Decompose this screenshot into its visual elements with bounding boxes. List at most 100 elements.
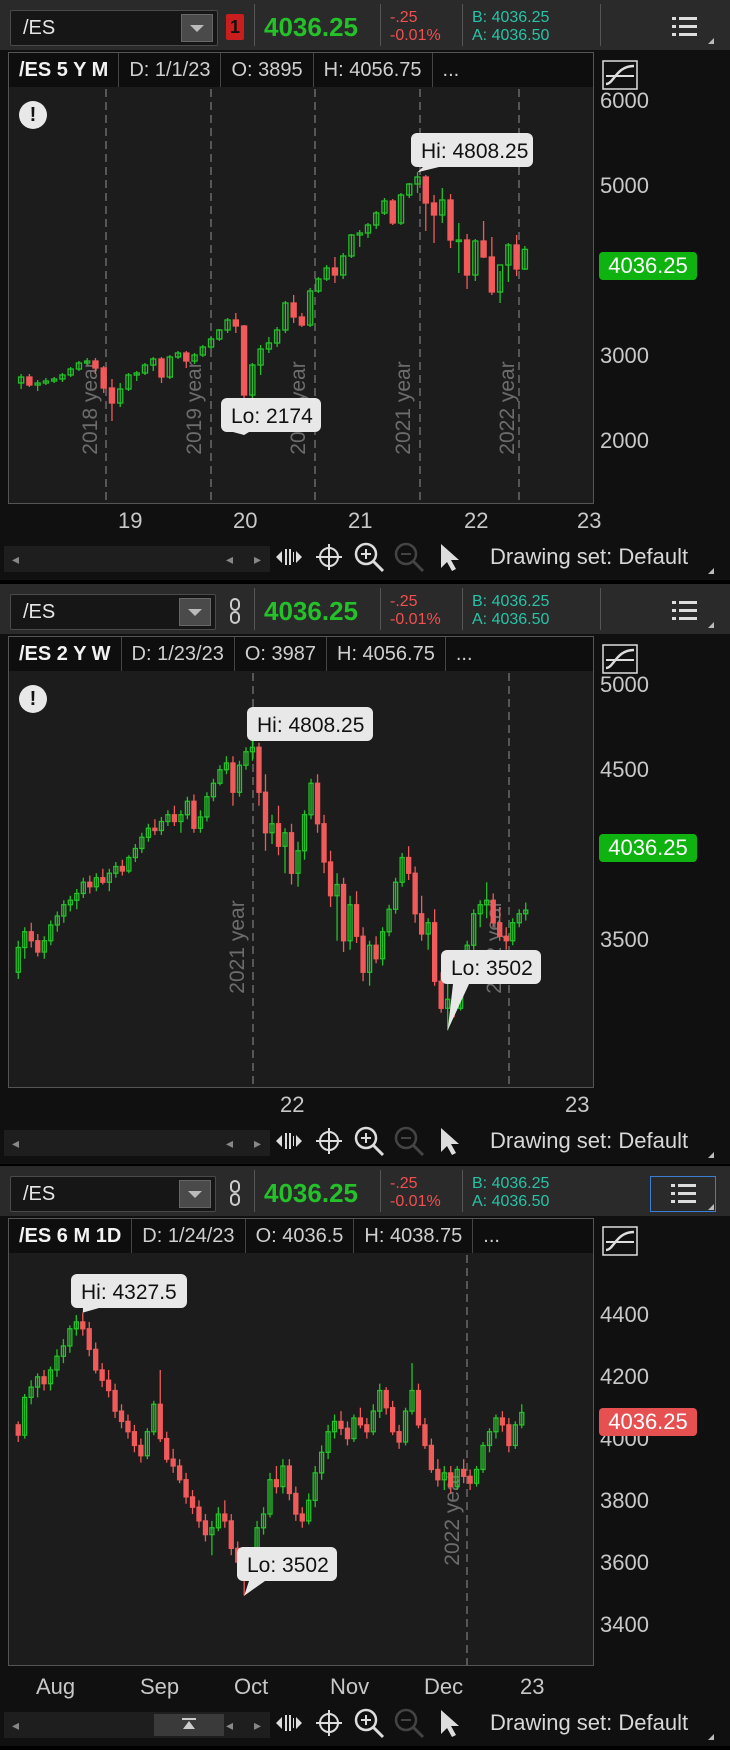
list-menu-icon[interactable]	[650, 1176, 716, 1212]
chevron-down-icon[interactable]	[181, 14, 213, 42]
scroll-left-icon[interactable]: ◂	[12, 1135, 19, 1152]
info-high: H: 4056.75	[327, 637, 446, 671]
candle	[386, 904, 392, 937]
x-tick: Sep	[140, 1674, 180, 1699]
scroll-left-icon[interactable]: ◂	[226, 551, 233, 568]
resize-corner-icon[interactable]	[708, 1152, 714, 1158]
warning-icon[interactable]: !	[19, 101, 47, 129]
zoom-in-icon[interactable]	[352, 540, 386, 574]
candle	[338, 1411, 344, 1436]
chevron-down-icon[interactable]	[179, 1180, 211, 1208]
info-more[interactable]: ...	[473, 1219, 593, 1253]
chart-plot-area[interactable]: 2018 year2019 year2020 year2021 year2022…	[8, 52, 594, 504]
candle-body	[183, 1479, 189, 1498]
info-more[interactable]: ...	[445, 637, 593, 671]
drawing-set-label[interactable]: Drawing set: Default	[490, 1128, 688, 1154]
chart-title[interactable]: /ES 6 M 1D	[9, 1219, 133, 1253]
zoom-fit-icon[interactable]	[272, 1124, 306, 1158]
studies-icon[interactable]	[600, 642, 640, 676]
horizontal-scrollbar[interactable]: ◂ ◂ ▸	[4, 1130, 270, 1156]
candle-body	[256, 746, 262, 793]
candle	[463, 234, 471, 289]
chevron-down-icon[interactable]	[179, 598, 211, 626]
last-price-tag: 4036.25	[599, 252, 697, 280]
candle	[422, 1417, 428, 1449]
horizontal-scrollbar[interactable]: ◂ ◂ ▸	[4, 1712, 270, 1738]
resize-corner-icon[interactable]	[708, 1204, 714, 1210]
chart-plot-area[interactable]: 2021 year 2022 year Hi: 4808.25 Lo: 3502 /E…	[8, 636, 594, 1088]
candlestick-chart[interactable]: 2022 yearHi: 4327.5Lo: 3502	[9, 1219, 593, 1665]
candle	[158, 357, 165, 383]
zoom-fit-icon[interactable]	[272, 1706, 306, 1740]
candle	[152, 819, 158, 835]
scroll-left-icon[interactable]: ◂	[226, 1717, 233, 1734]
info-open: O: 4036.5	[245, 1219, 355, 1253]
studies-icon[interactable]	[600, 1224, 640, 1258]
scroll-to-start-icon[interactable]	[179, 1715, 199, 1735]
symbol-selector[interactable]: /ES	[10, 1176, 216, 1212]
candle	[488, 237, 496, 295]
cursor-icon[interactable]	[432, 1124, 466, 1158]
zoom-in-icon[interactable]	[352, 1706, 386, 1740]
scroll-left-icon[interactable]: ◂	[226, 1135, 233, 1152]
warning-icon[interactable]: !	[19, 685, 47, 713]
scroll-left-icon[interactable]: ◂	[12, 551, 19, 568]
alert-badge[interactable]: 1	[226, 14, 244, 40]
candle-body	[118, 1410, 125, 1423]
zoom-out-icon	[394, 1126, 425, 1157]
candle	[59, 373, 66, 382]
link-icon[interactable]	[226, 596, 244, 626]
zoom-fit-icon[interactable]	[272, 540, 306, 574]
resize-corner-icon[interactable]	[708, 1734, 714, 1740]
candle	[157, 1369, 163, 1442]
bid-value: B: 4036.25	[472, 9, 550, 26]
chart-plot-area[interactable]: 2022 year Hi: 4327.5 Lo: 3502 /ES 6 M 1D D…	[8, 1218, 594, 1666]
y-tick: 5000	[600, 173, 649, 198]
candle	[315, 277, 322, 293]
list-menu-icon[interactable]	[664, 10, 704, 44]
link-icon[interactable]	[226, 1178, 244, 1208]
candle	[396, 1424, 402, 1449]
crosshair-icon[interactable]	[312, 540, 346, 574]
candle	[67, 367, 74, 377]
candlestick-chart[interactable]: 2018 year2019 year2020 year2021 year2022…	[9, 53, 593, 503]
cursor-icon[interactable]	[432, 540, 466, 574]
drawing-set-label[interactable]: Drawing set: Default	[490, 1710, 688, 1736]
high-callout-text: Hi: 4808.25	[421, 140, 528, 163]
candle-body	[222, 1513, 228, 1522]
symbol-selector[interactable]: /ES	[10, 594, 216, 630]
candle	[473, 1466, 480, 1487]
candle	[191, 794, 197, 833]
candle-body	[158, 358, 165, 378]
candle-body	[299, 1513, 305, 1522]
candle	[447, 194, 454, 248]
list-menu-icon[interactable]	[664, 594, 704, 628]
drawing-set-label[interactable]: Drawing set: Default	[490, 544, 688, 570]
info-more[interactable]: ...	[432, 53, 593, 87]
scroll-left-icon[interactable]: ◂	[12, 1717, 19, 1734]
candle-body	[108, 387, 116, 404]
symbol-selector[interactable]: /ES	[10, 10, 218, 46]
studies-icon[interactable]	[600, 58, 640, 92]
candle	[306, 288, 314, 327]
candle-body	[497, 922, 503, 937]
scroll-right-icon[interactable]: ▸	[254, 551, 261, 568]
candlestick-chart[interactable]: 2021 year 2022 yearHi: 4808.25Lo: 3502	[9, 637, 593, 1087]
resize-corner-icon[interactable]	[708, 38, 714, 44]
crosshair-icon[interactable]	[312, 1706, 346, 1740]
divider	[462, 588, 463, 630]
cursor-icon[interactable]	[432, 1706, 466, 1740]
chart-title[interactable]: /ES 2 Y W	[9, 637, 122, 671]
scroll-right-icon[interactable]: ▸	[254, 1717, 261, 1734]
low-callout-pointer	[233, 432, 249, 435]
info-open: O: 3987	[234, 637, 327, 671]
info-date: D: 1/23/23	[121, 637, 235, 671]
chart-info-bar: /ES 2 Y W D: 1/23/23 O: 3987 H: 4056.75 …	[9, 637, 593, 673]
horizontal-scrollbar[interactable]: ◂ ◂ ▸	[4, 546, 270, 572]
resize-corner-icon[interactable]	[708, 568, 714, 574]
scroll-right-icon[interactable]: ▸	[254, 1135, 261, 1152]
chart-title[interactable]: /ES 5 Y M	[9, 53, 120, 87]
zoom-in-icon[interactable]	[352, 1124, 386, 1158]
resize-corner-icon[interactable]	[708, 622, 714, 628]
crosshair-icon[interactable]	[312, 1124, 346, 1158]
